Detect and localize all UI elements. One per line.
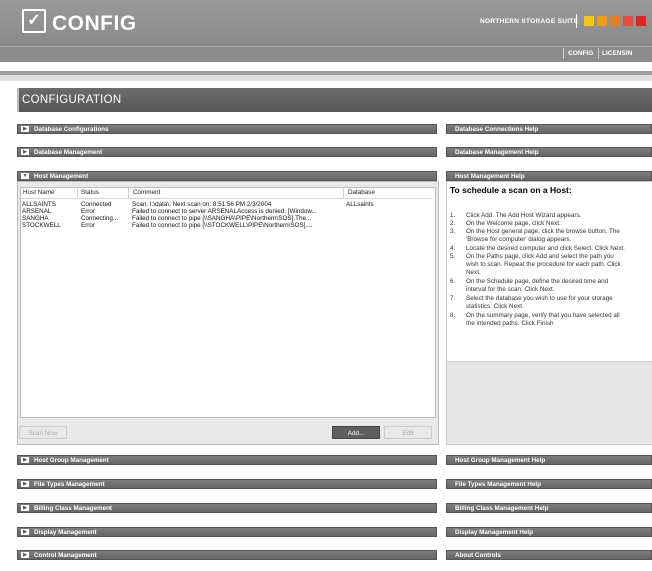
- column-header-status[interactable]: Status: [81, 189, 99, 198]
- table-cell-status[interactable]: Error: [81, 208, 127, 215]
- table-cell-comment[interactable]: Failed to connect to pipe [\\SANGHA\PIPE…: [132, 215, 342, 222]
- help-display-management[interactable]: Display Management Help: [446, 527, 652, 537]
- step-text: statistics. Click Next.: [466, 303, 524, 310]
- header-stripe: [0, 62, 652, 71]
- step-text: Click Add. The Add Host Wizard appears.: [466, 212, 582, 219]
- step-text: wish to scan. Repeat the procedure for e…: [466, 261, 621, 268]
- section-label: Billing Class Management: [34, 505, 113, 512]
- section-label: Database Configurations: [34, 126, 109, 133]
- section-label: Control Management: [34, 552, 97, 559]
- header-divider: [21, 198, 433, 199]
- section-label: Database Management: [34, 149, 103, 156]
- nav-bar: [0, 46, 652, 63]
- edit-host-button[interactable]: Edit: [384, 426, 432, 439]
- expand-arrow-icon: ▶: [21, 126, 29, 132]
- nav-config-link[interactable]: CONFIG: [568, 50, 593, 57]
- step-number: 6.: [450, 278, 456, 285]
- collapse-arrow-icon: ▼: [21, 173, 29, 179]
- column-divider[interactable]: [128, 188, 129, 198]
- expand-arrow-icon: ▶: [21, 552, 29, 558]
- column-header-comment[interactable]: Comment: [133, 189, 160, 198]
- section-billing-class-management[interactable]: ▶ Billing Class Management: [17, 503, 437, 513]
- step-number: 5.: [450, 253, 456, 260]
- step-number: 2.: [450, 220, 456, 227]
- help-database-management[interactable]: Database Management Help: [446, 147, 652, 157]
- expand-arrow-icon: ▶: [21, 457, 29, 463]
- suite-divider: [576, 14, 577, 28]
- step-number: 7.: [450, 295, 456, 302]
- step-number: 8.: [450, 312, 456, 319]
- section-database-configurations[interactable]: ▶ Database Configurations: [17, 124, 437, 134]
- help-about-controls[interactable]: About Controls: [446, 550, 652, 560]
- suite-color-square: [597, 16, 607, 26]
- section-label: Host Management: [34, 173, 89, 180]
- help-billing-class-management[interactable]: Billing Class Management Help: [446, 503, 652, 513]
- suite-color-square: [610, 16, 620, 26]
- table-cell-host-name[interactable]: ALLSAINTS: [22, 201, 77, 208]
- nav-licensing-link[interactable]: LICENSIN: [602, 50, 632, 57]
- help-panel-filler: [446, 361, 652, 445]
- step-number: 1.: [450, 212, 456, 219]
- expand-arrow-icon: ▶: [21, 481, 29, 487]
- step-number: 4.: [450, 245, 456, 252]
- table-cell-status[interactable]: Error: [81, 222, 127, 229]
- step-text: On the Welcome page, click Next.: [466, 220, 561, 227]
- table-cell-host-name[interactable]: SANGHA: [22, 215, 77, 222]
- step-text: interval for the scan. Click Next.: [466, 286, 555, 293]
- suite-name: NORTHERN STORAGE SUITE: [480, 18, 579, 25]
- app-title: CONFIG: [52, 12, 137, 35]
- help-title: To schedule a scan on a Host:: [450, 185, 572, 195]
- section-label: File Types Management: [34, 481, 105, 488]
- section-control-management[interactable]: ▶ Control Management: [17, 550, 437, 560]
- step-text: Next.: [466, 269, 481, 276]
- step-number: 3.: [450, 228, 456, 235]
- column-divider[interactable]: [77, 188, 78, 198]
- section-label: Host Group Management: [34, 457, 109, 464]
- add-host-button[interactable]: Add...: [332, 426, 380, 439]
- section-host-group-management[interactable]: ▶ Host Group Management: [17, 455, 437, 465]
- table-cell-host-name[interactable]: ARSENAL: [22, 208, 77, 215]
- scan-now-button[interactable]: Scan Now: [19, 426, 67, 439]
- logo-icon: ✓: [22, 9, 46, 33]
- expand-arrow-icon: ▶: [21, 505, 29, 511]
- column-header-host-name[interactable]: Host Name: [23, 189, 55, 198]
- step-text: Locate the desired computer and click Se…: [466, 245, 625, 252]
- help-file-types-management[interactable]: File Types Management Help: [446, 479, 652, 489]
- column-divider[interactable]: [343, 188, 344, 198]
- section-display-management[interactable]: ▶ Display Management: [17, 527, 437, 537]
- section-file-types-management[interactable]: ▶ File Types Management: [17, 479, 437, 489]
- suite-color-square: [623, 16, 633, 26]
- step-text: Select the database you wish to use for …: [466, 295, 613, 302]
- section-database-management[interactable]: ▶ Database Management: [17, 147, 437, 157]
- table-cell-comment[interactable]: Scan: I:\data\, Next scan on: 8:51:56 PM…: [132, 201, 342, 208]
- expand-arrow-icon: ▶: [21, 149, 29, 155]
- header-stripe: [0, 75, 652, 81]
- nav-divider: [563, 48, 564, 59]
- step-text: On the Schedule page, define the desired…: [466, 278, 609, 285]
- column-header-database[interactable]: Database: [348, 189, 375, 198]
- table-cell-status[interactable]: Connecting...: [81, 215, 127, 222]
- section-label: Display Management: [34, 529, 97, 536]
- table-cell-database[interactable]: ALLsaints: [346, 201, 426, 208]
- step-text: On the Paths page, click Add and select …: [466, 253, 614, 260]
- table-cell-comment[interactable]: Failed to connect to server ARSENALAcces…: [132, 208, 342, 215]
- step-text: the intended paths. Click Finish: [466, 320, 554, 327]
- help-host-management[interactable]: Host Management Help: [446, 171, 652, 181]
- table-cell-status[interactable]: Connected: [81, 201, 127, 208]
- step-text: On the Host general page, click the brow…: [466, 228, 620, 235]
- step-text: 'Browse for computer' dialog appears.: [466, 236, 572, 243]
- help-database-connections[interactable]: Database Connections Help: [446, 124, 652, 134]
- page-title: CONFIGURATION: [22, 94, 122, 106]
- suite-color-square: [636, 16, 646, 26]
- suite-color-square: [584, 16, 594, 26]
- nav-divider: [598, 48, 599, 59]
- table-cell-host-name[interactable]: STOCKWELL: [22, 222, 77, 229]
- help-host-group-management[interactable]: Host Group Management Help: [446, 455, 652, 465]
- section-host-management[interactable]: ▼ Host Management: [17, 171, 437, 181]
- step-text: On the summary page, verify that you hav…: [466, 312, 620, 319]
- table-cell-comment[interactable]: Failed to connect to pipe [\\STOCKWELL\P…: [132, 222, 342, 229]
- expand-arrow-icon: ▶: [21, 529, 29, 535]
